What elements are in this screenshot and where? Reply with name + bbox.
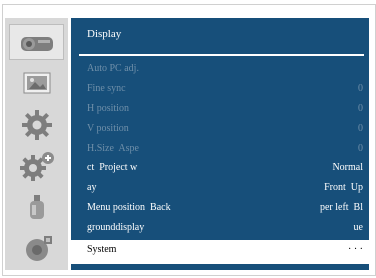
menu-item-label: Menu position Back bbox=[87, 202, 171, 213]
sidebar bbox=[5, 18, 68, 270]
menu-item-label: ay bbox=[87, 182, 97, 193]
menu-item-value: · · · bbox=[348, 244, 363, 255]
menu-item-label: grounddisplay bbox=[87, 222, 145, 233]
sidebar-item-network[interactable] bbox=[9, 230, 64, 266]
picture-icon bbox=[23, 72, 50, 94]
sidebar-item-info[interactable] bbox=[9, 189, 64, 225]
menu-item-value: per left Bl bbox=[319, 202, 363, 213]
display-menu-panel: Display Auto PC adj. Fine sync 0 H posit… bbox=[71, 18, 369, 270]
menu-item-label: ct Project w bbox=[87, 162, 138, 173]
menu-item-label: V position bbox=[87, 123, 129, 134]
menu-item-label: System bbox=[87, 244, 117, 255]
sidebar-item-projector[interactable] bbox=[9, 24, 64, 60]
menu-item-value: 0 bbox=[358, 123, 363, 134]
menu-item-system[interactable]: System · · · bbox=[71, 240, 369, 264]
menu-item-background-display[interactable]: grounddisplay ue bbox=[71, 218, 369, 242]
menu-item-label: Auto PC adj. bbox=[87, 63, 139, 74]
sidebar-item-picture[interactable] bbox=[9, 65, 64, 101]
menu-item-label: Fine sync bbox=[87, 83, 126, 94]
menu-item-label: H.Size Aspe bbox=[87, 143, 139, 154]
menu-item-value: 0 bbox=[358, 103, 363, 114]
menu-title: Display bbox=[87, 28, 122, 40]
title-divider bbox=[79, 54, 364, 56]
menu-item-value: 0 bbox=[358, 143, 363, 154]
menu-item-value: Front Up bbox=[324, 182, 363, 193]
network-icon bbox=[25, 236, 52, 261]
bottle-icon bbox=[29, 195, 44, 219]
settings-plus-icon bbox=[19, 152, 54, 181]
sidebar-item-advanced[interactable] bbox=[9, 148, 64, 184]
gear-icon bbox=[21, 110, 52, 140]
menu-item-value: 0 bbox=[358, 83, 363, 94]
sidebar-item-gear[interactable] bbox=[9, 107, 64, 143]
menu-item-label: H position bbox=[87, 103, 129, 114]
menu-item-value: ue bbox=[353, 222, 363, 233]
osd-menu: Display Auto PC adj. Fine sync 0 H posit… bbox=[2, 4, 376, 276]
projector-icon bbox=[20, 37, 53, 51]
menu-item-value: Normal bbox=[332, 162, 363, 173]
